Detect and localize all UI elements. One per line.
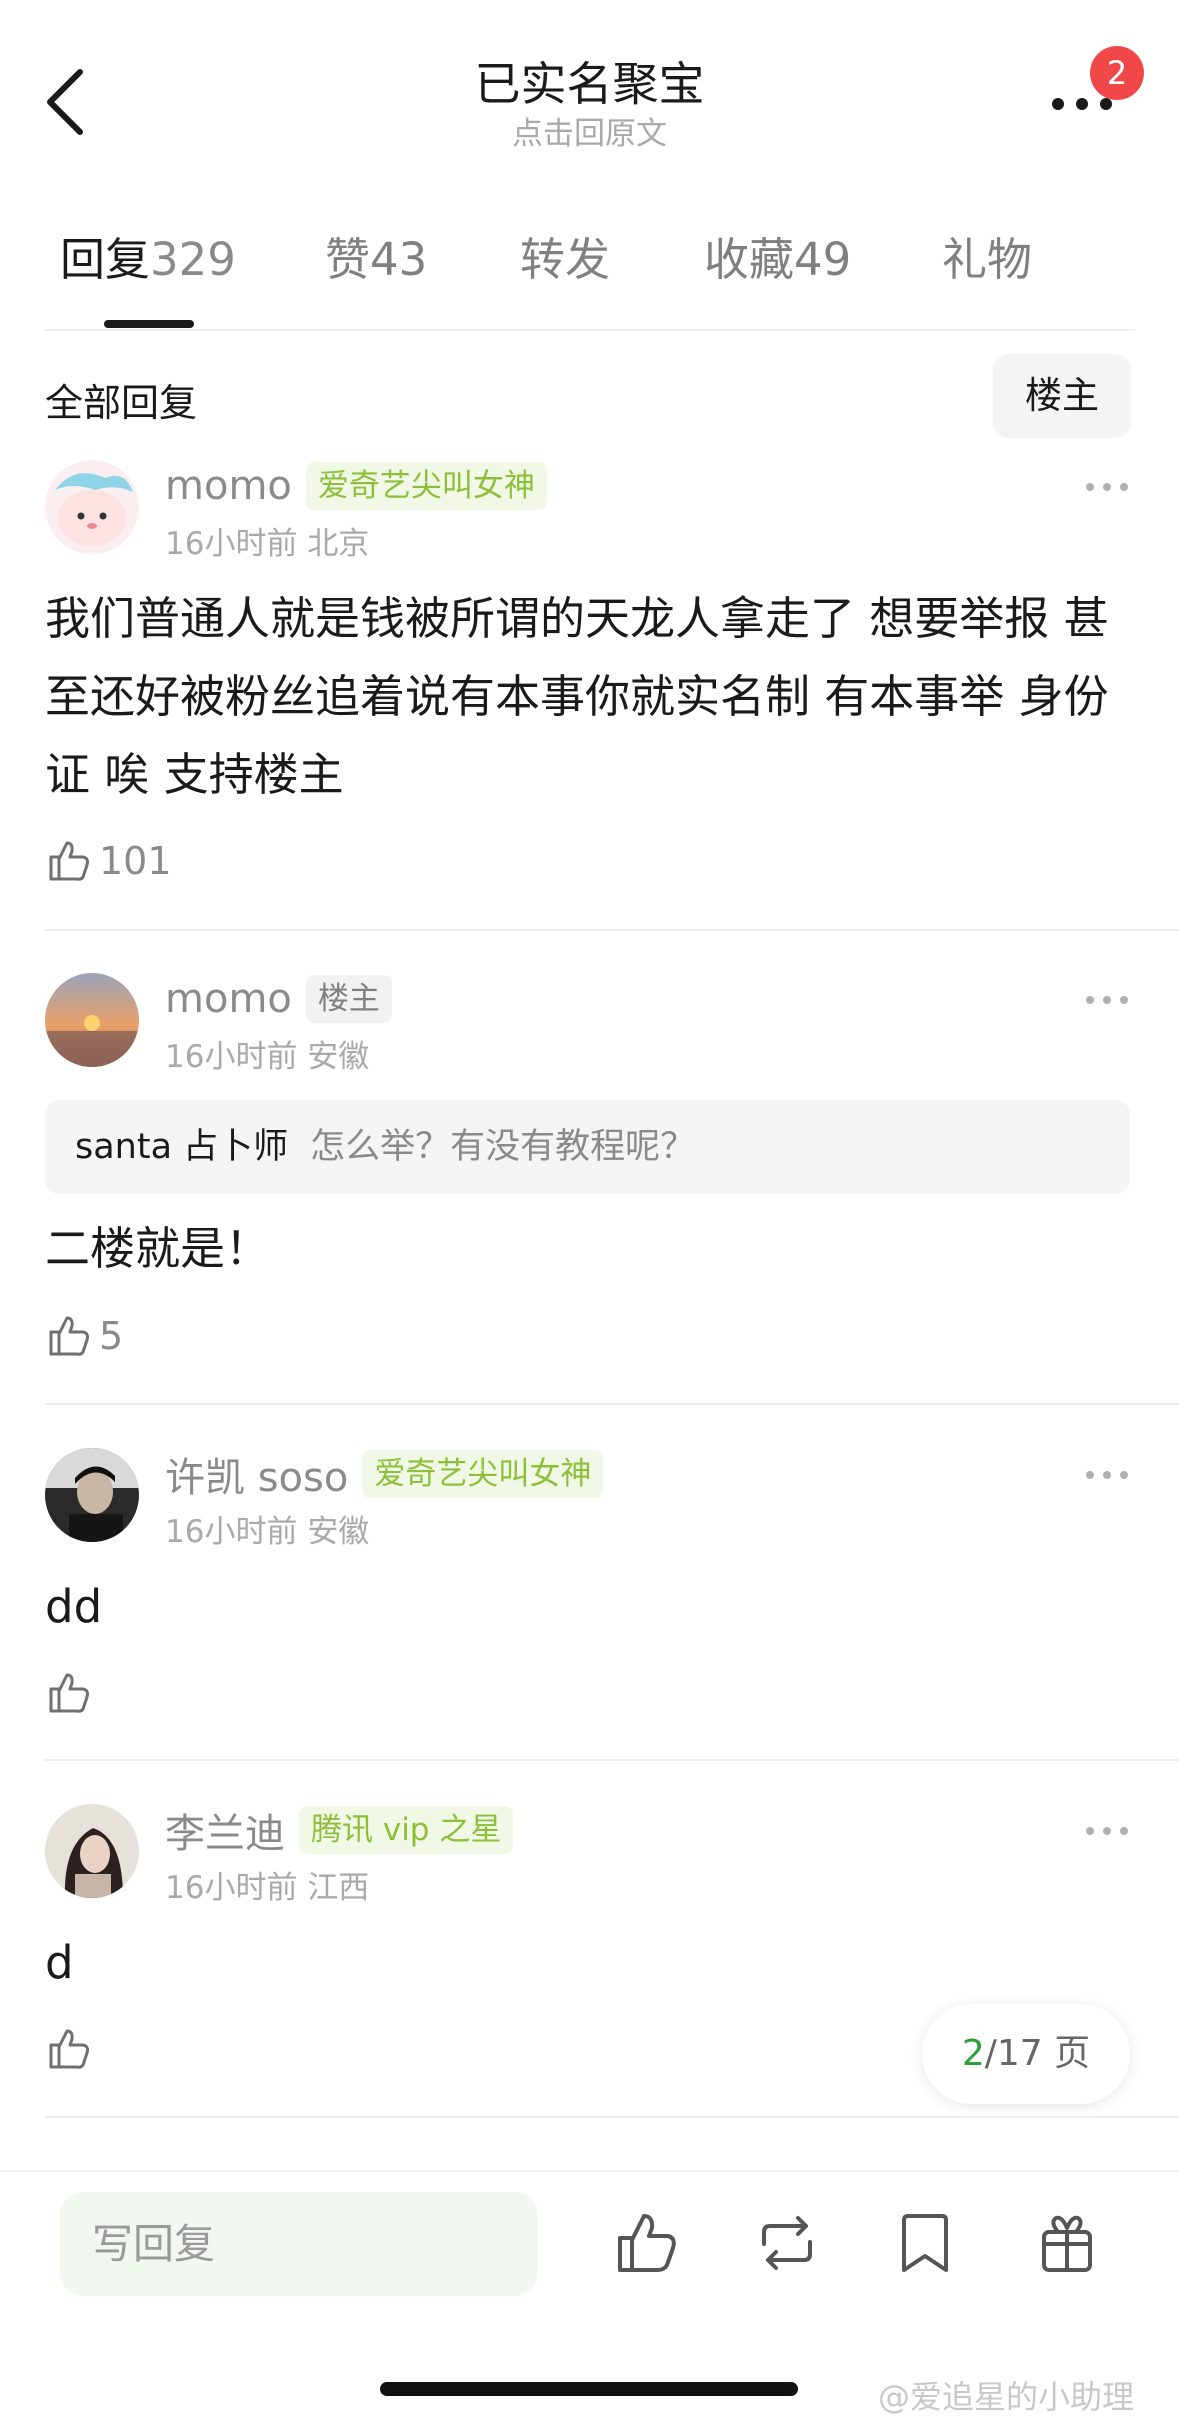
- user-name[interactable]: 许凯 soso: [165, 1445, 348, 1503]
- comment-more-icon[interactable]: [1085, 480, 1129, 494]
- quoted-user: santa 占卜师: [75, 1127, 289, 1167]
- tab-count: 49: [794, 233, 852, 286]
- avatar[interactable]: [45, 973, 139, 1067]
- user-tag: 爱奇艺尖叫女神: [362, 1450, 604, 1498]
- photo-avatar-icon: [45, 1448, 139, 1542]
- title-area[interactable]: 已实名聚宝 点击回原文: [0, 56, 1179, 154]
- divider: [45, 329, 1135, 331]
- total-pages: /17 页: [984, 2033, 1091, 2074]
- comment-header: momo 爱奇艺尖叫女神: [165, 460, 547, 512]
- repost-icon: [762, 2216, 812, 2270]
- comment-time: 16小时前: [165, 1514, 298, 1550]
- avatar[interactable]: [45, 460, 139, 554]
- comment-meta: 16小时前 北京: [165, 518, 369, 563]
- tab-favorites[interactable]: 收藏49: [704, 230, 851, 290]
- back-to-original-link[interactable]: 点击回原文: [0, 114, 1179, 154]
- comment-more-icon[interactable]: [1085, 1468, 1129, 1482]
- comment-more-icon[interactable]: [1085, 1824, 1129, 1838]
- quoted-reply[interactable]: santa 占卜师 怎么举？有没有教程呢？: [45, 1100, 1130, 1194]
- like-count: 101: [99, 839, 172, 883]
- op-only-filter-button[interactable]: 楼主: [993, 354, 1131, 438]
- tab-label: 回复: [60, 233, 151, 286]
- active-tab-indicator: [104, 320, 194, 328]
- like-button[interactable]: 5: [45, 1311, 123, 1361]
- comment-meta: 16小时前 安徽: [165, 1506, 369, 1551]
- avatar[interactable]: [45, 1448, 139, 1542]
- user-name[interactable]: 李兰迪: [165, 1801, 285, 1859]
- like-count: 5: [99, 1314, 124, 1358]
- thumbs-up-icon: [49, 841, 89, 881]
- comment-meta: 16小时前 安徽: [165, 1031, 369, 1076]
- comment-location: 江西: [307, 1870, 370, 1906]
- divider: [45, 1403, 1179, 1405]
- divider: [45, 929, 1179, 931]
- bookmark-button[interactable]: [890, 2208, 960, 2278]
- page-title: 已实名聚宝: [474, 57, 705, 111]
- divider: [0, 2170, 1179, 2172]
- comment-text: dd: [45, 1580, 103, 1633]
- like-button[interactable]: [45, 1668, 93, 1718]
- current-page: 2: [961, 2033, 985, 2074]
- tab-likes[interactable]: 赞43: [325, 230, 427, 290]
- op-tag: 楼主: [305, 975, 392, 1023]
- comment-header: 李兰迪 腾讯 vip 之星: [165, 1801, 514, 1859]
- gift-button[interactable]: [1032, 2208, 1102, 2278]
- tab-replies[interactable]: 回复329: [60, 230, 236, 290]
- page-indicator[interactable]: 2/17 页: [922, 2004, 1130, 2104]
- photo-avatar-icon: [45, 1804, 139, 1898]
- avatar[interactable]: [45, 1804, 139, 1898]
- gift-icon: [1042, 2215, 1092, 2272]
- watermark: @爱追星的小助理: [878, 2378, 1135, 2416]
- comment-text: 我们普通人就是钱被所谓的天龙人拿走了 想要举报 甚至还好被粉丝追着说有本事你就实…: [45, 592, 1109, 801]
- tab-label: 礼物: [942, 233, 1033, 286]
- comment-time: 16小时前: [165, 526, 298, 562]
- thumbs-up-icon: [49, 2029, 89, 2069]
- tab-count: 329: [150, 233, 236, 286]
- notification-badge: 2: [1090, 46, 1144, 100]
- like-icon: [618, 2214, 676, 2272]
- tab-count: 43: [370, 233, 428, 286]
- comment-location: 安徽: [307, 1514, 370, 1550]
- thumbs-up-icon: [49, 1673, 89, 1713]
- user-name[interactable]: momo: [165, 976, 292, 1022]
- like-post-button[interactable]: [612, 2208, 682, 2278]
- user-tag: 腾讯 vip 之星: [299, 1806, 514, 1854]
- tab-label: 转发: [520, 233, 611, 286]
- tab-gifts[interactable]: 礼物: [942, 230, 1032, 290]
- tab-bar: 回复329 赞43 转发 收藏49 礼物: [0, 230, 1179, 330]
- divider: [45, 2116, 1179, 2118]
- like-button[interactable]: [45, 2024, 93, 2074]
- reply-input[interactable]: [60, 2192, 538, 2296]
- nav-header: 已实名聚宝 点击回原文 2: [0, 0, 1179, 170]
- tab-label: 收藏: [704, 233, 795, 286]
- cartoon-avatar-icon: [45, 460, 139, 554]
- comment-time: 16小时前: [165, 1039, 298, 1075]
- like-button[interactable]: 101: [45, 836, 172, 886]
- thumbs-up-icon: [49, 1316, 89, 1356]
- repost-button[interactable]: [752, 2208, 822, 2278]
- comment-more-icon[interactable]: [1085, 993, 1129, 1007]
- comment-header: momo 楼主: [165, 973, 392, 1025]
- section-title: 全部回复: [45, 381, 198, 425]
- user-tag: 爱奇艺尖叫女神: [305, 462, 547, 510]
- comment-meta: 16小时前 江西: [165, 1862, 369, 1907]
- user-name[interactable]: momo: [165, 463, 292, 509]
- comment-location: 安徽: [307, 1039, 370, 1075]
- comment-header: 许凯 soso 爱奇艺尖叫女神: [165, 1445, 604, 1503]
- tab-label: 赞: [325, 233, 371, 286]
- home-indicator: [380, 2382, 798, 2396]
- comment-text: d: [45, 1936, 74, 1989]
- bookmark-icon: [902, 2214, 948, 2272]
- comment-text: 二楼就是！: [45, 1222, 271, 1275]
- comment-time: 16小时前: [165, 1870, 298, 1906]
- divider: [45, 1759, 1179, 1761]
- quoted-text: 怎么举？有没有教程呢？: [310, 1127, 696, 1167]
- sunset-avatar-icon: [45, 973, 139, 1067]
- tab-reposts[interactable]: 转发: [520, 230, 610, 290]
- comment-location: 北京: [307, 526, 370, 562]
